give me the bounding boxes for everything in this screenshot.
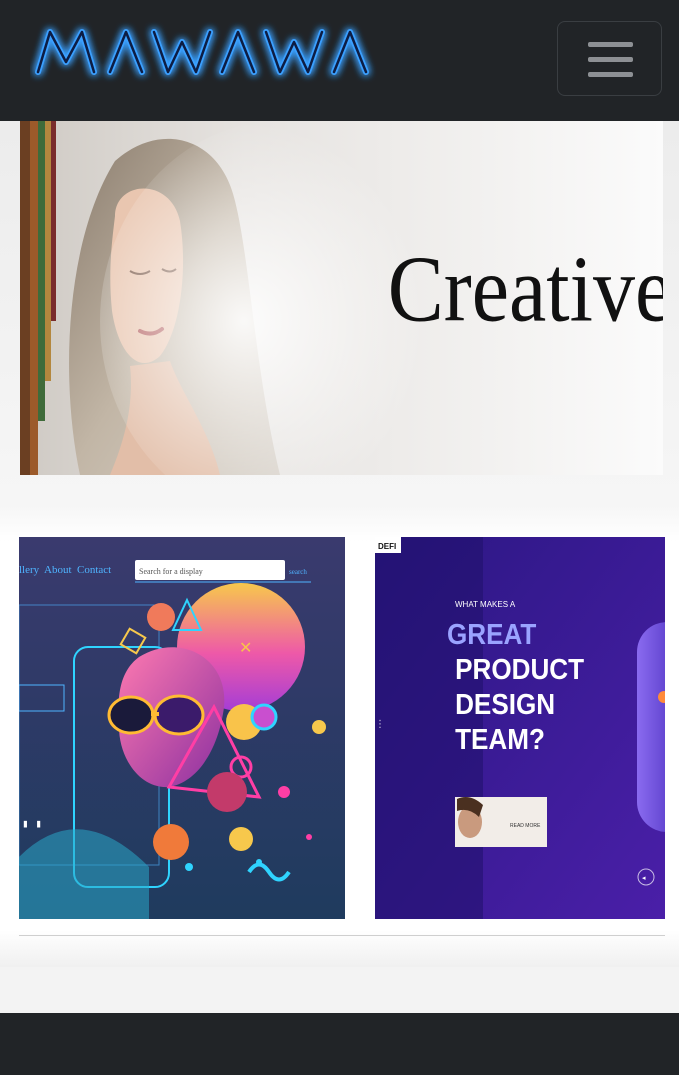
hamburger-icon-bar: [588, 72, 633, 77]
card-read-more: READ MORE: [510, 823, 541, 829]
hero-title: Creative: [388, 238, 663, 341]
svg-text:▮ ▮: ▮ ▮: [22, 817, 42, 830]
card-tag: DEFI: [378, 542, 396, 551]
portfolio-card-product-design[interactable]: DEFI WHAT MAKES A GREAT PRODUCT DESIGN T…: [375, 537, 665, 919]
hero-banner-image: Creative: [20, 121, 663, 475]
card-headline-line: PRODUCT: [455, 653, 584, 686]
card-nav-item: Contact: [77, 564, 111, 576]
card-kicker: WHAT MAKES A: [455, 600, 516, 609]
footer: [0, 1013, 679, 1075]
card-nav-item: About: [44, 564, 72, 576]
card-search-button: search: [289, 568, 307, 576]
hamburger-icon-bar: [588, 42, 633, 47]
svg-text:◂: ◂: [642, 874, 646, 882]
portfolio-card-creative[interactable]: llery About Contact Search for a display…: [19, 537, 345, 919]
card-headline-line: TEAM?: [455, 723, 545, 756]
card-nav-item: llery: [19, 564, 40, 576]
hamburger-icon-bar: [588, 57, 633, 62]
card-search-placeholder: Search for a display: [139, 567, 203, 576]
svg-text:✕: ✕: [239, 638, 252, 657]
portfolio-section: llery About Contact Search for a display…: [0, 505, 679, 967]
card-headline-line: DESIGN: [455, 688, 555, 721]
navbar: [0, 0, 679, 121]
section-divider: [19, 935, 665, 936]
menu-toggle-button[interactable]: [557, 21, 662, 96]
brand-logo[interactable]: [30, 20, 400, 90]
card-headline-line: GREAT: [447, 618, 537, 651]
svg-text:⋮: ⋮: [375, 719, 385, 730]
hero-section: Creative: [0, 121, 679, 505]
